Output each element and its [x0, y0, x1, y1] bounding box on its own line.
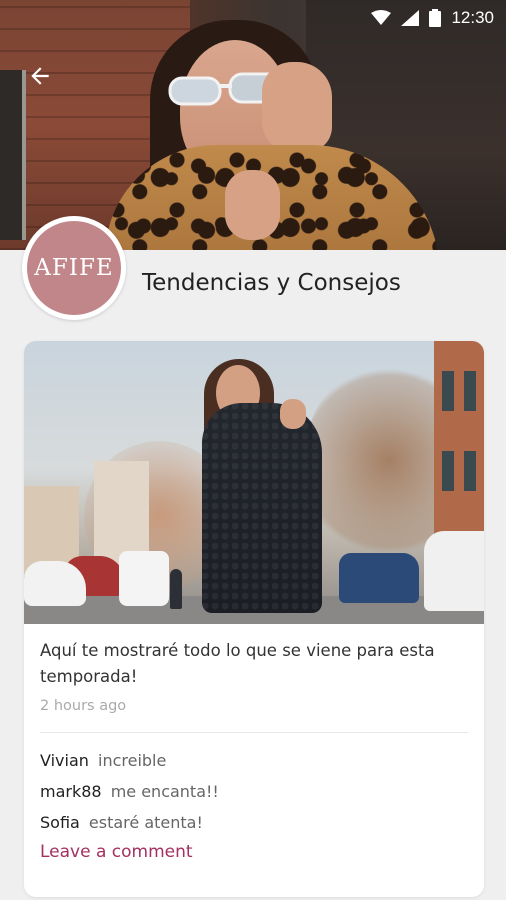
comment-text: me encanta!! — [110, 782, 219, 801]
battery-icon — [429, 9, 442, 27]
logo-text: AFIFE — [34, 255, 114, 281]
comment-author[interactable]: Vivian — [40, 751, 89, 770]
comments-list: Vivian increible mark88 me encanta!! Sof… — [40, 745, 468, 838]
post-timestamp: 2 hours ago — [40, 698, 127, 714]
van — [119, 551, 169, 606]
model-sweater — [202, 403, 322, 613]
post-image[interactable] — [24, 341, 484, 624]
post-body: Aquí te mostraré todo lo que se viene pa… — [24, 624, 484, 862]
model-hand — [280, 399, 306, 429]
back-button[interactable] — [20, 56, 60, 96]
building — [434, 341, 484, 541]
page-title: Tendencias y Consejos — [142, 270, 401, 296]
signal-icon — [401, 10, 420, 26]
comment-item: Vivian increible — [40, 745, 468, 776]
status-time: 12:30 — [451, 8, 494, 27]
comment-author[interactable]: Sofia — [40, 813, 80, 832]
comment-item: mark88 me encanta!! — [40, 776, 468, 807]
wifi-icon — [371, 10, 392, 25]
header-cover-image — [0, 0, 506, 250]
brand-logo: AFIFE — [27, 221, 121, 315]
leave-comment-link[interactable]: Leave a comment — [40, 842, 193, 862]
arrow-left-icon — [31, 67, 49, 85]
post-card[interactable]: Aquí te mostraré todo lo que se viene pa… — [24, 341, 484, 897]
profile-avatar[interactable]: AFIFE — [22, 216, 126, 320]
comment-author[interactable]: mark88 — [40, 782, 102, 801]
car — [24, 561, 86, 606]
comment-text: estaré atenta! — [88, 813, 203, 832]
car — [424, 531, 484, 611]
pickup-truck — [339, 553, 419, 603]
divider — [40, 732, 468, 733]
comment-item: Sofia estaré atenta! — [40, 807, 468, 838]
post-text: Aquí te mostraré todo lo que se viene pa… — [40, 641, 435, 686]
comment-text: increible — [98, 751, 167, 770]
pedestrian — [170, 569, 182, 609]
status-bar: 12:30 — [0, 0, 506, 36]
model-hand — [262, 62, 332, 152]
model-hand — [225, 170, 280, 240]
